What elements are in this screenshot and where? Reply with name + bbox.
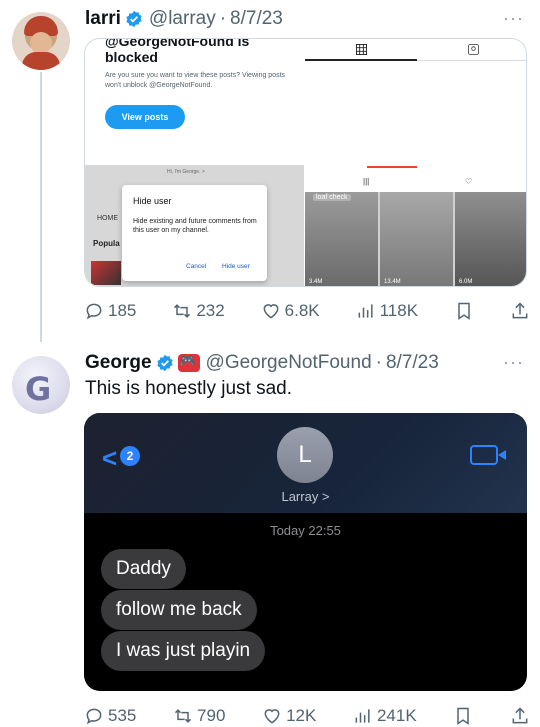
- bookmark-button[interactable]: [453, 706, 473, 726]
- tweet-header: George @GeorgeNotFound · 8/7/23: [85, 352, 439, 374]
- share-button[interactable]: [510, 301, 530, 321]
- message-bubble: I was just playin: [101, 631, 266, 671]
- heart-icon: [264, 709, 280, 724]
- handle[interactable]: @larray: [149, 8, 216, 30]
- tweet-media[interactable]: < 2 L Larray > Today 22:55 Daddy follow …: [84, 413, 527, 691]
- like-button[interactable]: 6.8K: [261, 301, 320, 321]
- contact-avatar: L: [277, 427, 333, 483]
- message-timestamp: Today 22:55: [270, 523, 341, 538]
- video-call-icon: [470, 445, 506, 465]
- yt-popular: Popula: [93, 239, 120, 248]
- video-thumb: 13.4M: [380, 192, 453, 286]
- handle[interactable]: @GeorgeNotFound: [206, 352, 372, 374]
- yt-thumbnail: [91, 261, 121, 285]
- video-views: 6.0M: [459, 279, 473, 285]
- tweet-date[interactable]: 8/7/23: [386, 352, 439, 374]
- share-button[interactable]: [510, 706, 530, 726]
- gamepad-badge-icon: [177, 353, 200, 372]
- video-grid: loaf check 3.4M 13.4M 6.0M: [305, 192, 526, 286]
- view-count: 118K: [379, 301, 419, 320]
- heart-icon: ♡: [465, 177, 473, 186]
- display-name[interactable]: George: [85, 352, 152, 374]
- retweet-button[interactable]: 790: [173, 706, 225, 726]
- dialog-title: Hide user: [133, 196, 172, 206]
- profile-tabs: [305, 39, 526, 61]
- dialog-confirm: Hide user: [222, 263, 250, 270]
- heart-icon: [263, 304, 279, 319]
- share-icon: [512, 707, 528, 724]
- columns-icon: |||: [363, 177, 370, 186]
- message-bubble: follow me back: [101, 590, 257, 630]
- reply-button[interactable]: 185: [84, 301, 136, 321]
- tiktok-screenshot: ||| ♡ loaf check 3.4M 13.4M 6.0M: [305, 39, 526, 286]
- avatar[interactable]: [12, 12, 70, 70]
- display-name[interactable]: larri: [85, 8, 121, 30]
- retweet-icon: [175, 709, 192, 723]
- like-count: 6.8K: [284, 301, 320, 320]
- video-views: 13.4M: [384, 279, 401, 285]
- tweet-date[interactable]: 8/7/23: [230, 8, 283, 30]
- video-thumb: loaf check 3.4M: [305, 192, 378, 286]
- share-icon: [512, 302, 528, 319]
- views-icon: [355, 709, 370, 723]
- unread-badge: 2: [120, 446, 140, 466]
- avatar[interactable]: G: [12, 356, 70, 414]
- bookmark-button[interactable]: [454, 301, 474, 321]
- tweet-actions: 185 232 6.8K 118K: [84, 301, 530, 321]
- retweet-button[interactable]: 232: [172, 301, 225, 321]
- video-thumb: 6.0M: [455, 192, 526, 286]
- bookmark-icon: [458, 302, 470, 320]
- retweet-count: 790: [197, 706, 226, 725]
- views-button[interactable]: 118K: [356, 301, 418, 321]
- reply-icon: [86, 303, 102, 320]
- yt-home-tab: HOME: [97, 215, 118, 222]
- tweet-header: larri @larray · 8/7/23: [85, 8, 283, 30]
- retweet-icon: [174, 304, 191, 318]
- views-button[interactable]: 241K: [353, 706, 417, 726]
- dialog-desc: Hide existing and future comments from t…: [133, 218, 257, 234]
- video-views: 3.4M: [309, 279, 323, 285]
- views-icon: [358, 304, 373, 318]
- tweet-text: This is honestly just sad.: [85, 378, 292, 399]
- youtube-screenshot: Hi, I'm George. > HOME Popula Hide user …: [85, 165, 304, 286]
- view-posts-button: View posts: [105, 105, 185, 129]
- profile-icon: [468, 44, 479, 55]
- bookmark-icon: [457, 707, 470, 725]
- hide-user-dialog: Hide user Hide existing and future comme…: [122, 185, 267, 281]
- tweet-media[interactable]: @GeorgeNotFound is blocked Are you sure …: [84, 38, 527, 287]
- reply-count: 185: [108, 301, 137, 320]
- dialog-cancel: Cancel: [186, 263, 207, 270]
- message-bubble: Daddy: [101, 549, 186, 589]
- blocked-title: @GeorgeNotFound is blocked: [105, 38, 250, 65]
- verified-badge-icon: [156, 354, 173, 372]
- reply-icon: [86, 708, 102, 725]
- like-count: 12K: [286, 706, 317, 725]
- blocked-screenshot: @GeorgeNotFound is blocked Are you sure …: [85, 38, 304, 286]
- more-options-icon[interactable]: ···: [503, 8, 524, 29]
- tweet-actions: 535 790 12K 241K: [84, 706, 530, 726]
- grid-icon: [356, 44, 367, 55]
- yt-greeting: Hi, I'm George. >: [167, 169, 205, 175]
- reply-count: 535: [108, 706, 137, 725]
- like-button[interactable]: 12K: [262, 706, 316, 726]
- verified-badge-icon: [126, 10, 142, 28]
- imessage-header: < 2 L Larray >: [84, 413, 527, 513]
- more-options-icon[interactable]: ···: [503, 352, 524, 373]
- tweet-larri[interactable]: larri @larray · 8/7/23 ··· @GeorgeNotFou…: [0, 0, 540, 345]
- retweet-count: 232: [196, 301, 225, 320]
- reply-button[interactable]: 535: [84, 706, 136, 726]
- video-caption: loaf check: [313, 194, 351, 201]
- back-chevron-icon: <: [102, 443, 118, 473]
- blocked-subtitle: Are you sure you want to view these post…: [105, 72, 286, 89]
- contact-name: Larray >: [281, 489, 330, 504]
- view-count: 241K: [376, 706, 417, 725]
